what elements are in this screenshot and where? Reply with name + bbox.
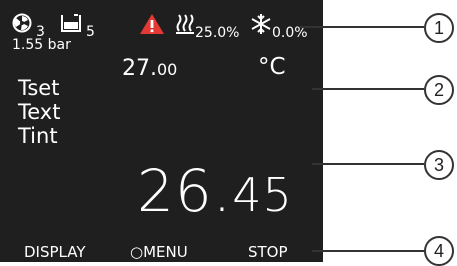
setpoint-int: 27.: [122, 56, 157, 81]
menu-softkey[interactable]: ○MENU: [130, 243, 188, 261]
setpoint-value: 27.00: [122, 56, 177, 81]
cooling-percent: 0.0%: [272, 25, 308, 41]
controller-display: 3 5 1.55 bar 25.0% 0.0% 27.00 °C Tset Te…: [0, 0, 323, 262]
pressure-reading: 1.55 bar: [12, 37, 71, 53]
temperature-labels: Tset Text Tint: [18, 76, 60, 148]
bath-level-icon: [60, 13, 82, 33]
stop-softkey[interactable]: STOP: [248, 243, 288, 261]
temperature-frac: 45: [232, 168, 293, 222]
temperature-unit: °C: [258, 54, 286, 80]
heating-icon: [175, 13, 195, 35]
callout-line-2: [312, 88, 424, 90]
label-text: Text: [18, 100, 61, 124]
bath-level: 5: [86, 24, 95, 40]
label-tint: Tint: [18, 124, 58, 148]
current-temperature: 26.45: [137, 157, 293, 225]
menu-circle-icon: ○: [130, 243, 144, 261]
callout-line-3: [312, 163, 424, 165]
snowflake-icon: [250, 13, 272, 35]
heating-percent: 25.0%: [195, 25, 240, 41]
temperature-int: 26.: [137, 157, 233, 225]
callout-1: 1: [424, 13, 454, 43]
setpoint-frac: 00: [157, 60, 178, 79]
pump-icon: [12, 13, 32, 33]
callout-2: 2: [424, 75, 454, 105]
callout-3: 3: [424, 150, 454, 180]
callout-line-1: [300, 26, 424, 28]
label-tset: Tset: [18, 76, 60, 100]
callout-line-4: [312, 250, 424, 252]
menu-label: MENU: [143, 243, 188, 261]
warning-triangle-icon: [139, 13, 165, 35]
display-softkey[interactable]: DISPLAY: [24, 243, 86, 261]
